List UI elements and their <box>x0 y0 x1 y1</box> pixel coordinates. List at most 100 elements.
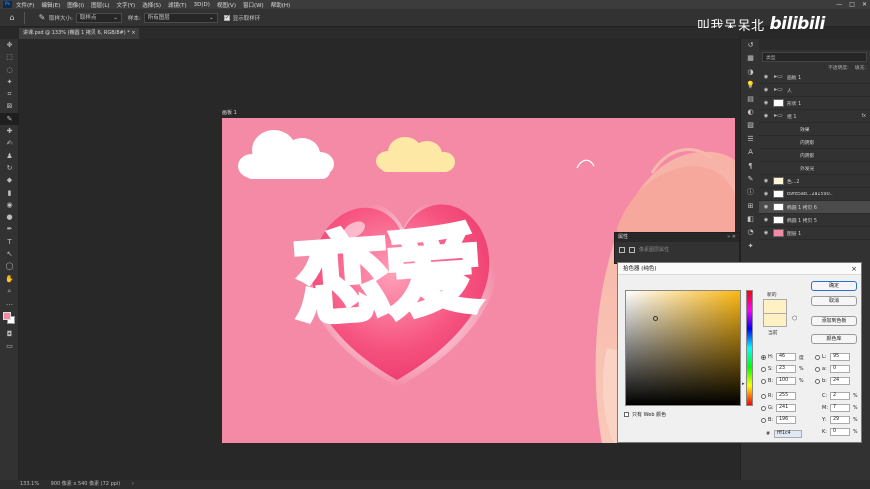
visibility-eye-icon[interactable]: ◉ <box>762 230 770 236</box>
brush-tool-icon[interactable]: ✍ <box>0 137 19 149</box>
cyan-input[interactable]: 2 <box>830 392 850 400</box>
visibility-eye-icon[interactable]: ◉ <box>762 87 770 93</box>
quick-mask-icon[interactable]: ◘ <box>0 328 19 340</box>
lab-l-field[interactable]: L: 95 <box>815 353 850 361</box>
menu-edit[interactable]: 编辑(E) <box>41 1 60 9</box>
artboard-label[interactable]: 画板 1 <box>222 109 237 116</box>
swatches-panel-icon[interactable]: ▦ <box>741 52 760 65</box>
add-to-swatches-button[interactable]: 添加到色板 <box>811 316 857 326</box>
color-panel-icon[interactable]: ◑ <box>741 66 760 79</box>
info-panel-icon[interactable]: ⓘ <box>741 186 760 199</box>
zoom-tool-icon[interactable]: ⌕ <box>0 285 19 297</box>
ok-button[interactable]: 确定 <box>811 281 857 291</box>
minimize-button[interactable]: — <box>836 1 842 8</box>
crop-tool-icon[interactable]: ⌗ <box>0 88 19 100</box>
lab-a-input[interactable]: 0 <box>830 365 850 373</box>
hue-input[interactable]: 46 <box>776 353 796 361</box>
menu-filter[interactable]: 滤镜(T) <box>168 1 187 9</box>
magenta-field[interactable]: M: 7% <box>822 404 858 412</box>
yellow-field[interactable]: Y: 29% <box>822 416 858 424</box>
menu-3d[interactable]: 3D(D) <box>194 2 210 8</box>
visibility-eye-icon[interactable]: ◉ <box>762 113 770 119</box>
layer-name[interactable]: 组 1 <box>787 113 796 120</box>
saturation-brightness-field[interactable] <box>625 290 741 406</box>
layer-row[interactable]: ◉ ▸▭ 人 <box>759 84 870 97</box>
layer-filter-bar[interactable]: 类型 <box>762 52 867 62</box>
yellow-input[interactable]: 29 <box>830 416 850 424</box>
layer-row[interactable]: ◉ ▸▭ 画板 1 <box>759 71 870 84</box>
lab-a-radio[interactable] <box>815 366 820 372</box>
visibility-eye-icon[interactable]: ◉ <box>762 100 770 106</box>
out-of-gamut-cube-icon[interactable]: ⬡ <box>792 315 797 322</box>
menu-window[interactable]: 窗口(W) <box>243 1 264 9</box>
hue-slider-pointer-icon[interactable]: ▸ <box>742 381 745 387</box>
menu-help[interactable]: 帮助(H) <box>271 1 290 9</box>
saturation-field[interactable]: S: 23% <box>761 365 804 373</box>
green-field[interactable]: G: 241 <box>761 404 796 412</box>
show-ring-checkbox[interactable] <box>223 14 230 21</box>
foreground-color-swatch[interactable] <box>3 311 11 320</box>
opacity-label[interactable]: 不透明度: <box>828 64 849 71</box>
healing-brush-tool-icon[interactable]: ✚ <box>0 125 19 137</box>
magic-wand-tool-icon[interactable]: ✦ <box>0 76 19 88</box>
character-panel-icon[interactable]: A <box>741 146 760 159</box>
visibility-eye-icon[interactable]: ◉ <box>762 74 770 80</box>
saturation-radio[interactable] <box>761 366 766 372</box>
navigator-panel-icon[interactable]: ⊞ <box>741 200 760 213</box>
layer-name[interactable]: 人 <box>787 87 792 94</box>
lasso-tool-icon[interactable]: ◌ <box>0 64 19 76</box>
mask-icon[interactable] <box>629 246 635 253</box>
more-tools-icon[interactable]: … <box>0 297 19 309</box>
close-window-button[interactable]: ✕ <box>862 1 867 8</box>
eyedropper-preset-icon[interactable]: ✎ <box>35 12 49 24</box>
sample-size-select[interactable]: 取样点 ⌄ <box>75 12 122 23</box>
menu-image[interactable]: 图像(I) <box>67 1 84 9</box>
move-tool-icon[interactable]: ✥ <box>0 39 19 51</box>
history-panel-icon[interactable]: ↺ <box>741 39 760 52</box>
menu-file[interactable]: 文件(F) <box>16 1 34 9</box>
lab-l-input[interactable]: 95 <box>830 353 850 361</box>
visibility-eye-icon[interactable]: ◉ <box>762 191 770 197</box>
black-input[interactable]: 0 <box>830 428 850 436</box>
shape-tool-icon[interactable]: ◯ <box>0 260 19 272</box>
layer-row[interactable]: 内阴影 <box>759 149 870 162</box>
color-swatches[interactable] <box>0 310 19 328</box>
frame-tool-icon[interactable]: ⊠ <box>0 100 19 112</box>
hue-field[interactable]: H: 46 度 <box>761 353 804 361</box>
green-radio[interactable] <box>761 405 766 411</box>
styles-panel-icon[interactable]: ▧ <box>741 119 760 132</box>
properties-panel-icon[interactable]: ☰ <box>741 133 760 146</box>
layer-name[interactable]: 色...2 <box>787 178 799 185</box>
layer-row[interactable]: ◉ 色...2 <box>759 175 870 188</box>
lab-b-radio[interactable] <box>815 378 820 384</box>
layer-effects-icon[interactable]: fx <box>861 114 866 119</box>
hex-field[interactable]: # fff1c4 <box>766 430 802 438</box>
layers-panel-icon[interactable]: ◧ <box>741 213 760 226</box>
status-arrow-icon[interactable]: › <box>132 481 134 487</box>
layer-name[interactable]: 外发光 <box>800 165 814 172</box>
lab-a-field[interactable]: a: 0 <box>815 365 850 373</box>
adjustments-panel-icon[interactable]: ◐ <box>741 106 760 119</box>
fill-label[interactable]: 填充: <box>855 64 866 71</box>
layer-row[interactable]: ◉ 形状 1 <box>759 97 870 110</box>
pen-tool-icon[interactable]: ✒ <box>0 223 19 235</box>
lab-b-field[interactable]: b: 24 <box>815 377 850 385</box>
brightness-field[interactable]: B: 100% <box>761 377 804 385</box>
history-brush-tool-icon[interactable]: ↻ <box>0 162 19 174</box>
red-radio[interactable] <box>761 393 766 399</box>
clone-stamp-tool-icon[interactable]: ♟ <box>0 150 19 162</box>
home-icon[interactable]: ⌂ <box>5 12 19 24</box>
layer-row[interactable]: ◉ ▸▭ 组 1 fx <box>759 110 870 123</box>
hue-slider[interactable] <box>746 290 753 406</box>
blur-tool-icon[interactable]: ◉ <box>0 199 19 211</box>
visibility-eye-icon[interactable]: ◉ <box>762 204 770 210</box>
visibility-eye-icon[interactable]: ◉ <box>762 217 770 223</box>
blue-radio[interactable] <box>761 417 766 423</box>
menu-select[interactable]: 选择(S) <box>142 1 161 9</box>
menu-view[interactable]: 视图(V) <box>217 1 236 9</box>
panel-collapse-icon[interactable]: » ✕ <box>727 233 736 242</box>
magenta-input[interactable]: 7 <box>830 404 850 412</box>
layer-name[interactable]: 椭圆 1 拷贝 5 <box>787 217 817 224</box>
marquee-tool-icon[interactable]: ⬚ <box>0 51 19 63</box>
gradient-tool-icon[interactable]: ▮ <box>0 187 19 199</box>
